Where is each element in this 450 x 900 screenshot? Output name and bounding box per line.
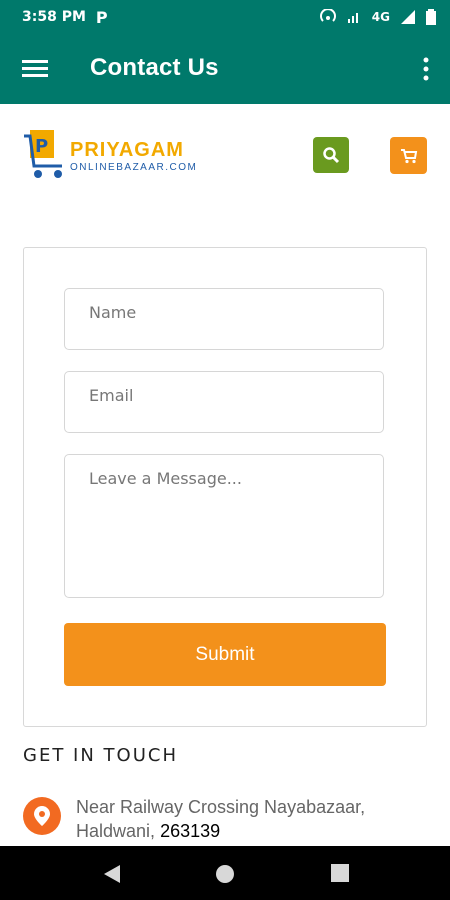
more-options-button[interactable] [420, 54, 432, 84]
app-notification-icon: P [95, 7, 108, 27]
cart-logo-icon: P [24, 130, 62, 178]
more-vertical-icon [423, 57, 429, 81]
logo-subtitle: ONLINEBAZAAR.COM [70, 162, 198, 173]
contact-form: Name Email Leave a Message... Submit [23, 247, 427, 727]
location-badge [23, 797, 61, 835]
app-bar: Contact Us [0, 34, 450, 104]
header: P PRIYAGAM ONLINEBAZAAR.COM [0, 104, 450, 224]
logo[interactable]: P PRIYAGAM ONLINEBAZAAR.COM [22, 126, 202, 184]
email-placeholder: Email [89, 386, 134, 405]
cart-button[interactable] [390, 137, 427, 174]
search-icon [323, 147, 340, 164]
submit-button[interactable]: Submit [64, 623, 386, 686]
status-icons: 4G [319, 0, 436, 34]
address-line: Near Railway Crossing Nayabazaar, Haldwa… [76, 797, 366, 841]
hamburger-menu-icon [22, 60, 48, 77]
battery-icon [426, 9, 436, 25]
menu-button[interactable] [22, 56, 48, 82]
home-icon[interactable] [214, 863, 236, 885]
recent-apps-icon[interactable] [330, 863, 350, 883]
get-in-touch-heading: GET IN TOUCH [23, 745, 178, 766]
network-type-label: 4G [371, 10, 390, 24]
name-placeholder: Name [89, 303, 137, 322]
pin-code: 263139 [160, 821, 221, 841]
svg-text:P: P [35, 136, 48, 157]
search-button[interactable] [313, 137, 349, 173]
name-input[interactable]: Name [64, 288, 384, 350]
data-signal-icon [347, 13, 358, 23]
status-time: 3:58 PM [22, 9, 86, 25]
status-bar: 3:58 PM P 4G [0, 0, 450, 34]
hotspot-icon [319, 9, 336, 22]
address-text: Near Railway Crossing Nayabazaar, Haldwa… [76, 795, 436, 843]
message-input[interactable]: Leave a Message... [64, 454, 384, 598]
email-input[interactable]: Email [64, 371, 384, 433]
signal-icon [401, 10, 415, 24]
logo-title: PRIYAGAM [70, 139, 184, 161]
page-title: Contact Us [90, 54, 219, 81]
location-pin-icon [34, 806, 50, 826]
cart-icon [400, 148, 417, 163]
back-icon[interactable] [100, 863, 122, 885]
message-placeholder: Leave a Message... [89, 469, 242, 488]
system-navigation-bar [0, 846, 450, 900]
